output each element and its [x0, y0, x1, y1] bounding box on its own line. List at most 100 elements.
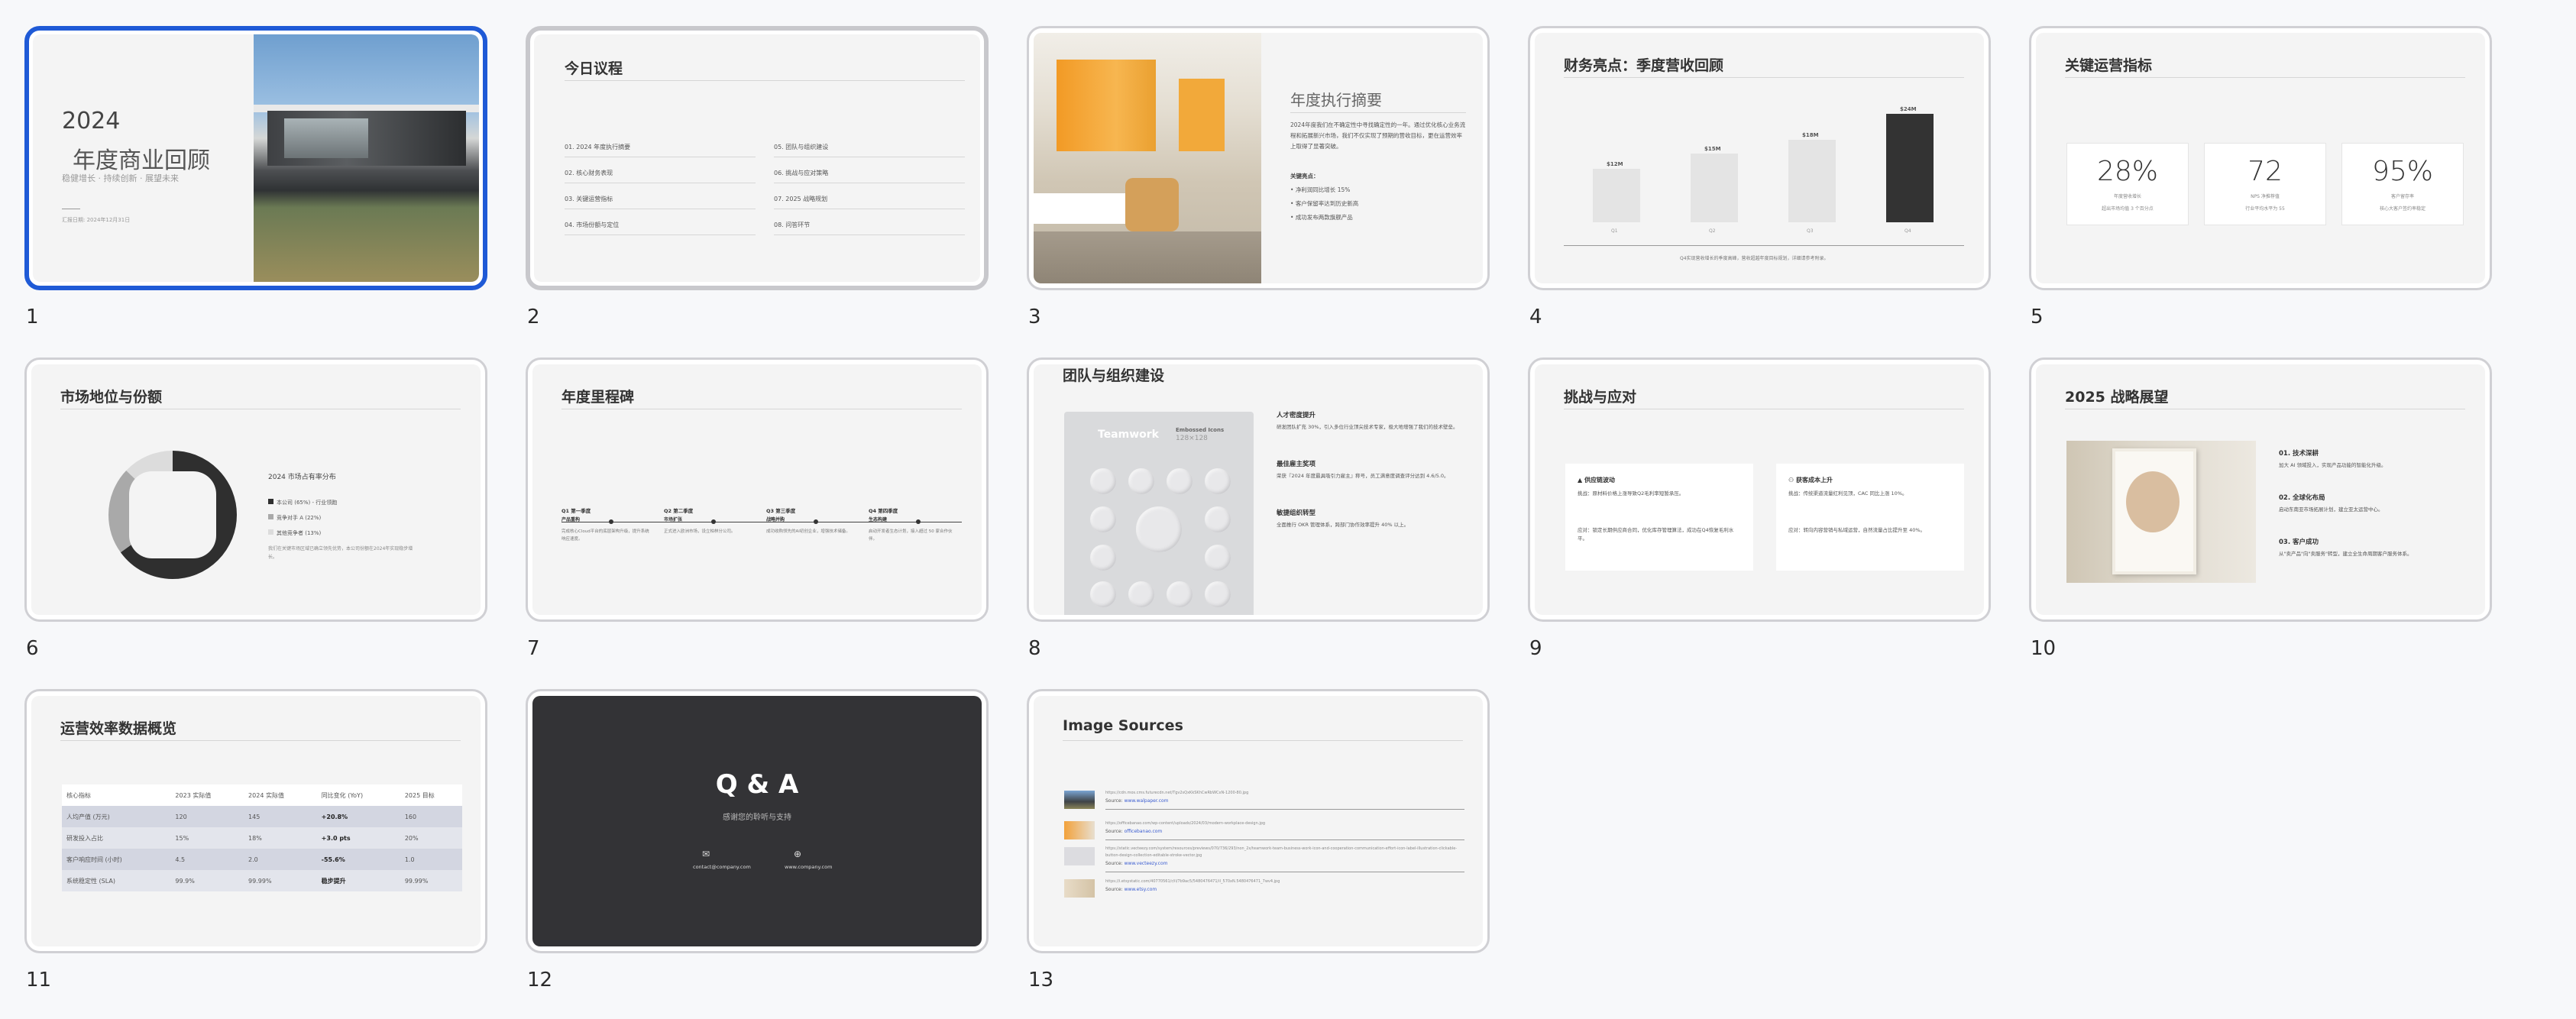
slide-thumbnail-2[interactable]: 今日议程 01. 2024 年度执行摘要 02. 核心财务表现 03. 关键运营…: [526, 26, 989, 328]
slide-canvas: 2025 战略展望 01. 技术深耕 加大 AI 领域投入，实现产品功能的智能化…: [2036, 364, 2485, 615]
bar-value-label: $15M: [1704, 146, 1721, 152]
slide-thumbnail-9[interactable]: 挑战与应对 ▲ 供应链波动 挑战：原材料价格上涨导致Q2毛利率短暂承压。 应对：…: [1528, 357, 1991, 660]
source-thumbnail: [1064, 879, 1095, 898]
slide-canvas: 年度里程碑 Q1 第一季度 产品重构 完成核心Cloud平台的底层架构升级，提升…: [532, 364, 982, 615]
team-icon: [1205, 545, 1231, 571]
strategy-text: 从"卖产品"向"卖服务"转型，建立全生命周期客户服务体系。: [2279, 551, 2413, 557]
metric-sub: 超出市场均值 3 个百分点: [2102, 206, 2154, 212]
metric-value: 95%: [2371, 156, 2433, 187]
slide-number: 8: [1028, 637, 1041, 660]
bar-q2: [1691, 154, 1738, 222]
response-text: 应对：转向内容营销与私域运营，自然流量占比提升至 40%。: [1788, 527, 1926, 533]
slide-number: 5: [2031, 306, 2044, 328]
slide-thumbnail-4[interactable]: 财务亮点：季度营收回顾 $12M Q1 $15M Q2 $18M Q3 $24M…: [1528, 26, 1991, 328]
bar-category: Q3: [1807, 228, 1814, 234]
slide-card[interactable]: 年度里程碑 Q1 第一季度 产品重构 完成核心Cloud平台的底层架构升级，提升…: [526, 357, 989, 622]
slide-card[interactable]: 挑战与应对 ▲ 供应链波动 挑战：原材料价格上涨导致Q2毛利率短暂承压。 应对：…: [1528, 357, 1991, 622]
slide-thumbnail-11[interactable]: 运营效率数据概览 核心指标 2023 实际值 2024 实际值 同比变化 (YoY) 2…: [24, 689, 487, 992]
bullet-item: • 客户保留率达到历史新高: [1290, 200, 1359, 207]
source-thumbnail: [1064, 847, 1095, 865]
bullet-item: • 净利润同比增长 15%: [1290, 186, 1351, 193]
slide-thumbnail-7[interactable]: 年度里程碑 Q1 第一季度 产品重构 完成核心Cloud平台的底层架构升级，提升…: [526, 357, 989, 660]
agenda-item: 07. 2025 战略规划: [774, 196, 828, 202]
metric-label: 年度营收增长: [2113, 194, 2141, 199]
bar-category: Q2: [1709, 228, 1716, 234]
table-row: 人均产值 (万元) 120 145 +20.8% 160: [62, 806, 462, 827]
milestone-heading: 产品重构: [561, 517, 581, 522]
bar-q4: [1886, 114, 1934, 222]
slide-number: 2: [527, 306, 540, 328]
slide-thumbnail-13[interactable]: Image Sources https://cdn.mos.cms.future…: [1027, 689, 1490, 992]
milestone-desc: 启动开发者生态计划，接入超过 50 家合作伙伴。: [869, 529, 953, 542]
section-heading: 敏捷组织转型: [1277, 510, 1316, 517]
slide-thumbnail-3[interactable]: 年度执行摘要 2024年度我们在不确定性中寻找确定性的一年。通过优化核心业务流程…: [1027, 26, 1490, 328]
team-icon: [1167, 581, 1193, 607]
contact-website: www.company.com: [785, 864, 833, 870]
slide-thumbnail-6[interactable]: 市场地位与份额 2024 市场占有率分布 本公司 (65%) - 行业领跑 竞争…: [24, 357, 487, 660]
chart-note: 我们在关键市场区域已确立领先优势，本公司份额在2024年实现稳步增长。: [268, 546, 413, 560]
section-text: 荣获『2024 年度最具吸引力雇主』称号，员工满意度调查评分达到 4.6/5.0…: [1277, 473, 1449, 479]
milestone-quarter: Q1 第一季度: [561, 508, 591, 514]
slide-thumbnail-8[interactable]: 团队与组织建设 Teamwork Embossed Icons 128×128: [1027, 357, 1490, 660]
bar-q3: [1788, 140, 1836, 222]
efficiency-table: 核心指标 2023 实际值 2024 实际值 同比变化 (YoY) 2025 目标 人均…: [62, 784, 462, 891]
strategy-heading: 03. 客户成功: [2279, 539, 2319, 546]
response-text: 应对：锁定长期供应商合同，优化库存管理算法，成功在Q4恢复毛利水平。: [1578, 527, 1734, 542]
slide-card[interactable]: 关键运营指标 28% 年度营收增长 超出市场均值 3 个百分点 72 NPS 净…: [2029, 26, 2492, 290]
slide-card[interactable]: 年度执行摘要 2024年度我们在不确定性中寻找确定性的一年。通过优化核心业务流程…: [1027, 26, 1490, 290]
table-row: 客户响应时间 (小时) 4.5 2.0 -55.6% 1.0: [62, 849, 462, 870]
agenda-item: 01. 2024 年度执行摘要: [565, 144, 631, 150]
panel-title: Teamwork: [1098, 429, 1159, 441]
slide-title: 年度执行摘要: [1290, 91, 1382, 109]
strategy-text: 加大 AI 领域投入，实现产品功能的智能化升级。: [2279, 462, 2387, 468]
slide-thumbnail-10[interactable]: 2025 战略展望 01. 技术深耕 加大 AI 领域投入，实现产品功能的智能化…: [2029, 357, 2492, 660]
source-link[interactable]: www.etsy.com: [1125, 887, 1157, 892]
panel-badge-size: 128×128: [1176, 435, 1208, 442]
milestone-desc: 完成核心Cloud平台的底层架构升级，提升系统响应速度。: [561, 529, 649, 542]
section-text: 研发团队扩充 30%，引入多位行业顶尖技术专家，极大地增强了我们的技术壁垒。: [1277, 424, 1458, 430]
slide-card-hover[interactable]: 今日议程 01. 2024 年度执行摘要 02. 核心财务表现 03. 关键运营…: [526, 26, 989, 290]
metric-label: NPS 净推荐值: [2251, 194, 2280, 199]
challenge-text: 挑战：传统渠道流量红利见顶，CAC 同比上涨 10%。: [1788, 490, 1908, 497]
slide-title: 财务亮点：季度营收回顾: [1564, 57, 1724, 74]
slide-thumbnail-5[interactable]: 关键运营指标 28% 年度营收增长 超出市场均值 3 个百分点 72 NPS 净…: [2029, 26, 2492, 328]
source-link[interactable]: officebanao.com: [1125, 829, 1163, 834]
slide-title: 今日议程: [565, 60, 623, 77]
slide-title: 2025 战略展望: [2065, 389, 2169, 406]
chart-title: 2024 市场占有率分布: [268, 474, 336, 481]
source-link[interactable]: www.vecteezy.com: [1125, 861, 1168, 866]
team-icon: [1090, 506, 1116, 532]
metric-sub: 行业平均水平为 55: [2245, 206, 2285, 212]
team-icon: [1167, 468, 1193, 494]
slide-canvas: Q & A 感谢您的聆听与支持 ✉ contact@company.com ⊕ …: [532, 696, 982, 946]
section-text: 全面推行 OKR 管理体系，跨部门协作效率提升 40% 以上。: [1277, 522, 1409, 528]
metric-label: 客户留存率: [2390, 194, 2414, 199]
slide-card[interactable]: 财务亮点：季度营收回顾 $12M Q1 $15M Q2 $18M Q3 $24M…: [1528, 26, 1991, 290]
bar-category: Q1: [1611, 228, 1618, 234]
contact-email: contact@company.com: [693, 864, 751, 870]
slide-card-selected[interactable]: 2024 年度商业回顾 稳健增长 · 持续创新 · 展望未来 汇报日期: 202…: [24, 26, 487, 290]
slide-card[interactable]: 运营效率数据概览 核心指标 2023 实际值 2024 实际值 同比变化 (YoY) 2…: [24, 689, 487, 953]
metric-value: 72: [2248, 156, 2283, 187]
footer-date: 汇报日期: 2024年12月31日: [62, 217, 131, 223]
agenda-item: 04. 市场份额与定位: [565, 222, 620, 228]
panel-badge: Embossed Icons: [1176, 427, 1225, 433]
milestone-quarter: Q3 第三季度: [766, 508, 796, 514]
slide-card[interactable]: Q & A 感谢您的聆听与支持 ✉ contact@company.com ⊕ …: [526, 689, 989, 953]
subtitle: 稳健增长 · 持续创新 · 展望未来: [62, 173, 179, 183]
table-header-row: 核心指标 2023 实际值 2024 实际值 同比变化 (YoY) 2025 目标: [62, 784, 462, 806]
slide-thumbnail-12[interactable]: Q & A 感谢您的聆听与支持 ✉ contact@company.com ⊕ …: [526, 689, 989, 992]
strategy-heading: 01. 技术深耕: [2279, 450, 2319, 458]
slide-number: 6: [26, 637, 39, 660]
teamwork-icons-image: Teamwork Embossed Icons 128×128: [1064, 412, 1254, 615]
slide-card[interactable]: 团队与组织建设 Teamwork Embossed Icons 128×128: [1027, 357, 1490, 622]
slide-card[interactable]: 2025 战略展望 01. 技术深耕 加大 AI 领域投入，实现产品功能的智能化…: [2029, 357, 2492, 622]
source-link[interactable]: www.walpaper.com: [1125, 798, 1169, 804]
team-icon: [1128, 581, 1154, 607]
milestone-quarter: Q2 第二季度: [664, 508, 694, 514]
slide-card[interactable]: 市场地位与份额 2024 市场占有率分布 本公司 (65%) - 行业领跑 竞争…: [24, 357, 487, 622]
slide-thumbnail-1[interactable]: 2024 年度商业回顾 稳健增长 · 持续创新 · 展望未来 汇报日期: 202…: [24, 26, 487, 328]
slide-title: 运营效率数据概览: [60, 720, 177, 737]
slide-card[interactable]: Image Sources https://cdn.mos.cms.future…: [1027, 689, 1490, 953]
strategy-text: 启动东南亚市场拓展计划，建立亚太运营中心。: [2279, 506, 2383, 513]
